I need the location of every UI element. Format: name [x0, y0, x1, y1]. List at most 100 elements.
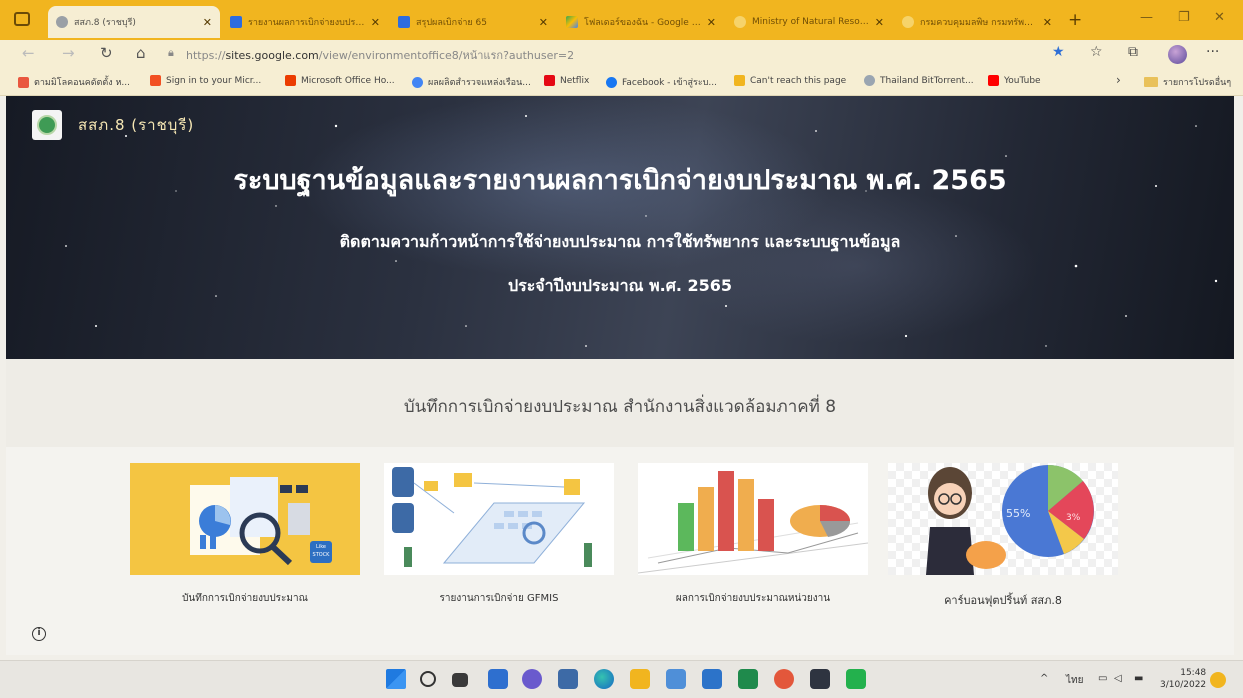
bookmark-item[interactable]: Netflix: [544, 75, 589, 86]
excel-icon[interactable]: [738, 669, 758, 689]
bar-chart-illustration-graphic: [638, 471, 868, 574]
clock-time: 15:48: [1180, 668, 1207, 678]
carbon-illustration-graphic: [926, 464, 1094, 575]
chat-icon[interactable]: [522, 669, 542, 689]
file-explorer-icon[interactable]: [630, 669, 650, 689]
bookmark-label: ผลผลิตสำรวจแหล่งเรือน...: [428, 78, 531, 88]
folder-label: รายการโปรดอื่นๆ: [1163, 78, 1232, 88]
close-tab-icon[interactable]: ✕: [707, 16, 716, 29]
page-icon: [734, 75, 745, 86]
start-icon[interactable]: [386, 669, 406, 689]
clock-date: 3/10/2022: [1160, 680, 1207, 690]
card-carbon-footprint[interactable]: 55% 3% คาร์บอนฟุตปริ้นท์ สสภ.8: [888, 463, 1118, 607]
close-tab-icon[interactable]: ✕: [1043, 16, 1052, 29]
favorite-star-icon[interactable]: ★: [1052, 44, 1065, 60]
network-icon[interactable]: ▭: [1098, 673, 1107, 684]
close-tab-icon[interactable]: ✕: [203, 16, 212, 29]
site-logo[interactable]: [32, 110, 62, 140]
profile-avatar[interactable]: [1168, 45, 1187, 64]
url-field[interactable]: https://sites.google.com/view/environmen…: [186, 46, 574, 64]
volume-icon[interactable]: ◁: [1114, 673, 1122, 684]
card-caption[interactable]: คาร์บอนฟุตปริ้นท์ สสภ.8: [888, 591, 1118, 609]
hero-subtitle-year: ประจำปีงบประมาณ พ.ศ. 2565: [507, 276, 733, 295]
card-unit-results[interactable]: ผลการเบิกจ่ายงบประมาณหน่วยงาน: [638, 463, 868, 604]
bookmark-item[interactable]: YouTube: [988, 75, 1041, 86]
data-network-illustration[interactable]: [384, 463, 614, 575]
tab-active[interactable]: สสภ.8 (ราชบุรี) ✕: [48, 6, 220, 38]
bookmark-item[interactable]: Sign in to your Micr...: [150, 75, 261, 86]
collections-icon[interactable]: ⧉: [1128, 44, 1138, 60]
hero-subtitle: ติดตามความก้าวหน้าการใช้จ่ายงบประมาณ การ…: [339, 232, 901, 251]
line-app-icon[interactable]: [846, 669, 866, 689]
home-icon[interactable]: ⌂: [136, 44, 146, 62]
restore-icon[interactable]: ❐: [1178, 10, 1190, 25]
bookmark-item[interactable]: ผลผลิตสำรวจแหล่งเรือน...: [412, 75, 531, 89]
card-caption[interactable]: ผลการเบิกจ่ายงบประมาณหน่วยงาน: [638, 591, 868, 606]
bookmark-label: Can't reach this page: [750, 75, 847, 86]
cards-section: Like STOCK บันทึกการเบิกจ่ายงบประมาณ ราย…: [6, 447, 1234, 655]
office-icon: [285, 75, 296, 86]
search-icon[interactable]: [420, 671, 436, 687]
tab[interactable]: Ministry of Natural Resources ✕: [726, 6, 892, 38]
close-tab-icon[interactable]: ✕: [539, 16, 548, 29]
bookmark-label: Thailand BitTorrent...: [880, 75, 974, 86]
favorites-icon[interactable]: ☆: [1090, 44, 1103, 60]
sheets-icon: [230, 16, 242, 28]
bookmark-item[interactable]: ตามมิโลคอนคดัตตั้ง ห...: [18, 75, 130, 89]
section-heading: บันทึกการเบิกจ่ายงบประมาณ สำนักงานสิ่งแว…: [403, 397, 837, 417]
tab-title: รายงานผลการเบิกจ่ายงบประมาณ: [248, 18, 365, 28]
url-path: /view/environmentoffice8/หน้าแรก?authuse…: [318, 49, 575, 62]
close-window-icon[interactable]: ✕: [1214, 10, 1225, 25]
camera-icon[interactable]: [810, 669, 830, 689]
bookmark-item[interactable]: Can't reach this page: [734, 75, 846, 86]
edge-icon[interactable]: [594, 669, 614, 689]
network-illustration-graphic: [392, 467, 592, 567]
close-tab-icon[interactable]: ✕: [371, 16, 380, 29]
tab[interactable]: กรมควบคุมมลพิษ กรมทรัพยากร ✕: [894, 6, 1060, 38]
workspaces-icon[interactable]: [14, 12, 30, 26]
close-tab-icon[interactable]: ✕: [875, 16, 884, 29]
bar-chart-illustration[interactable]: [638, 463, 868, 575]
address-bar: ← → ↻ ⌂ 🔒︎ https://sites.google.com/view…: [0, 40, 1243, 68]
back-icon[interactable]: ←: [22, 44, 35, 62]
card-caption[interactable]: รายงานการเบิกจ่าย GFMIS: [384, 591, 614, 606]
windows-taskbar: ^ ไทย ▭ ◁ ▬ 15:48 3/10/2022: [0, 660, 1243, 698]
card-budget-records[interactable]: Like STOCK บันทึกการเบิกจ่ายงบประมาณ: [130, 463, 360, 604]
input-language[interactable]: ไทย: [1066, 673, 1083, 688]
chevron-right-icon[interactable]: ›: [1116, 73, 1121, 87]
card-caption[interactable]: บันทึกการเบิกจ่ายงบประมาณ: [130, 591, 360, 606]
finance-documents-illustration[interactable]: Like STOCK: [130, 463, 360, 575]
bookmark-label: Facebook - เข้าสู่ระบ...: [622, 78, 717, 88]
calculator-icon[interactable]: [666, 669, 686, 689]
store-icon[interactable]: [558, 669, 578, 689]
lock-icon[interactable]: 🔒︎: [168, 46, 174, 60]
tab[interactable]: สรุปผลเบิกจ่าย 65 ✕: [390, 6, 556, 38]
microsoft-icon: [150, 75, 161, 86]
refresh-icon[interactable]: ↻: [100, 44, 113, 62]
chevron-up-icon[interactable]: ^: [1040, 673, 1048, 684]
notification-icon[interactable]: [1210, 672, 1226, 688]
office-app-icon[interactable]: [774, 669, 794, 689]
bookmark-item[interactable]: Facebook - เข้าสู่ระบ...: [606, 75, 717, 89]
forward-icon[interactable]: →: [62, 44, 75, 62]
info-icon[interactable]: i: [32, 627, 46, 641]
task-view-icon[interactable]: [452, 673, 468, 687]
widgets-icon[interactable]: [488, 669, 508, 689]
site-name[interactable]: สสภ.8 (ราชบุรี): [78, 113, 194, 137]
pie-chart-person-illustration[interactable]: 55% 3%: [888, 463, 1118, 575]
bookmark-label: ตามมิโลคอนคดัตตั้ง ห...: [34, 78, 131, 88]
tab[interactable]: รายงานผลการเบิกจ่ายงบประมาณ ✕: [222, 6, 388, 38]
tab-title: สรุปผลเบิกจ่าย 65: [416, 18, 487, 28]
bookmark-item[interactable]: Microsoft Office Ho...: [285, 75, 395, 86]
tab[interactable]: โฟลเดอร์ของฉัน - Google ไดรฟ์ ✕: [558, 6, 724, 38]
card-gfmis-report[interactable]: รายงานการเบิกจ่าย GFMIS: [384, 463, 614, 604]
new-tab-icon[interactable]: +: [1068, 10, 1082, 30]
bookmark-item[interactable]: Thailand BitTorrent...: [864, 75, 974, 86]
tab-title: โฟลเดอร์ของฉัน - Google ไดรฟ์: [584, 18, 701, 28]
other-favorites-folder[interactable]: รายการโปรดอื่นๆ: [1144, 75, 1231, 89]
minimize-icon[interactable]: —: [1140, 10, 1153, 25]
word-icon[interactable]: [702, 669, 722, 689]
more-menu-icon[interactable]: ···: [1206, 44, 1219, 60]
taskbar-clock[interactable]: 15:48 3/10/2022: [1160, 667, 1206, 691]
battery-icon[interactable]: ▬: [1134, 673, 1143, 684]
